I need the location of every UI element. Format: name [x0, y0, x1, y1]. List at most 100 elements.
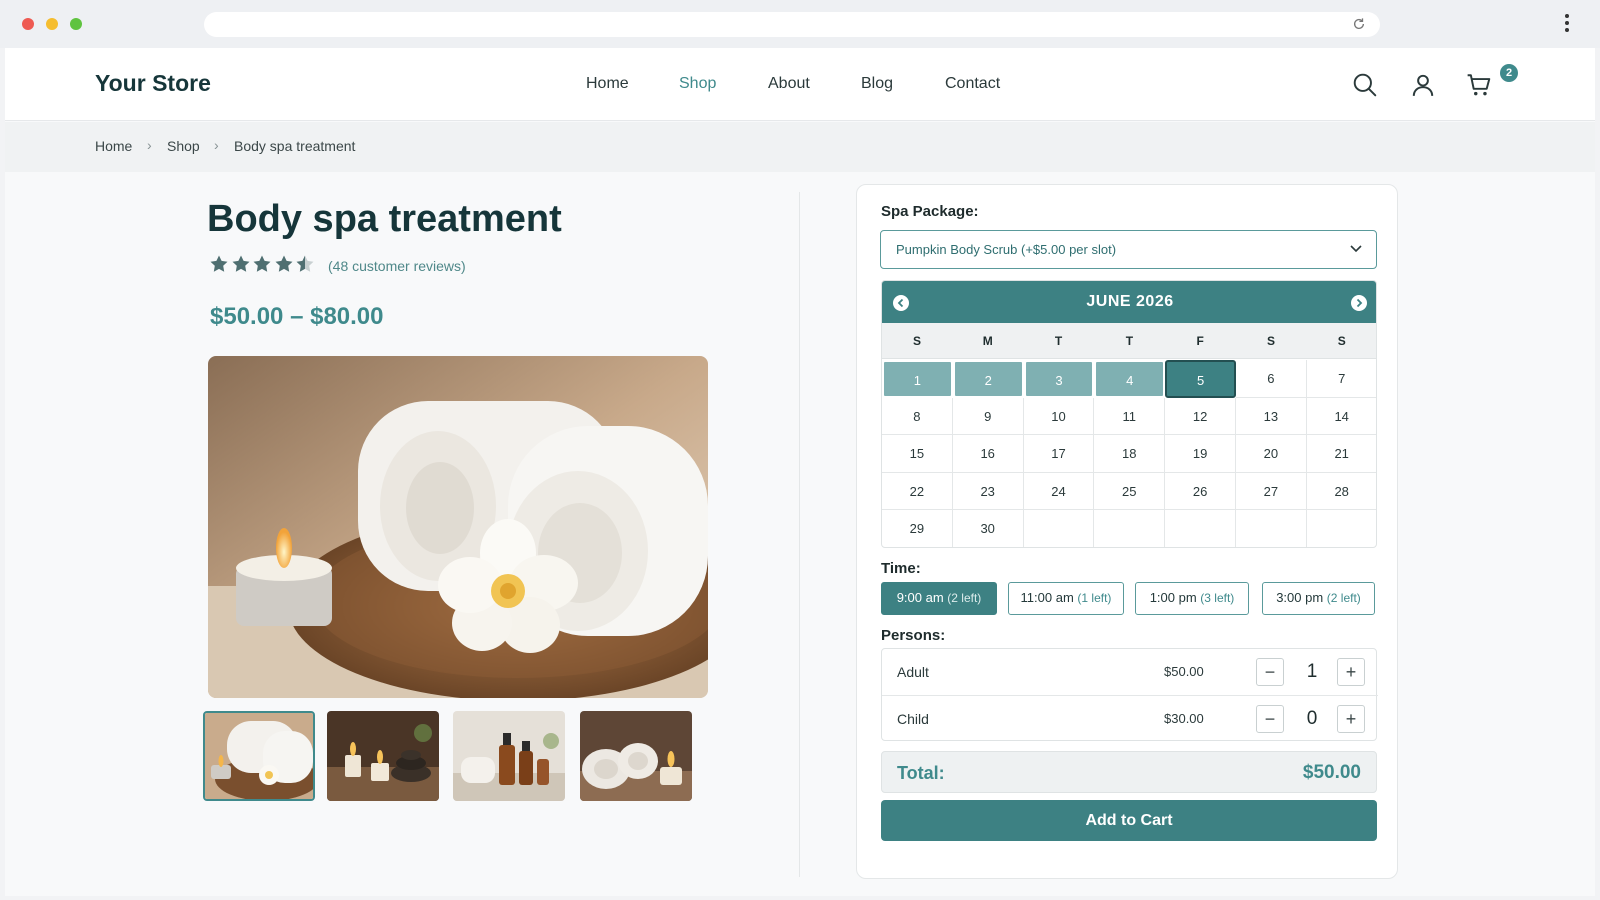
page: Your Store Home Shop About Blog Contact …: [5, 48, 1595, 896]
next-month-button[interactable]: [1351, 295, 1367, 311]
star-icon: [296, 255, 314, 272]
total-label: Total:: [897, 763, 945, 783]
calendar-day[interactable]: 17: [1023, 435, 1095, 473]
thumbnail-oil-bottles[interactable]: [453, 711, 565, 801]
reload-icon[interactable]: [1352, 17, 1366, 31]
calendar-day[interactable]: 11: [1094, 397, 1166, 435]
breadcrumb-home[interactable]: Home: [95, 138, 132, 154]
calendar-day[interactable]: 2: [952, 360, 1024, 398]
weekday-label: F: [1196, 334, 1204, 348]
thumbnail-towels-candle[interactable]: [580, 711, 692, 801]
chevron-down-icon: [1350, 245, 1362, 253]
close-window-dot[interactable]: [22, 18, 34, 30]
calendar-day[interactable]: 23: [952, 472, 1024, 510]
calendar-day[interactable]: 26: [1165, 472, 1236, 510]
weekday-label: M: [982, 334, 993, 348]
increase-child-button[interactable]: +: [1337, 705, 1365, 733]
breadcrumb-shop[interactable]: Shop: [167, 138, 200, 154]
user-icon[interactable]: [1410, 72, 1436, 98]
calendar-day[interactable]: 14: [1306, 398, 1376, 435]
time-slot-button[interactable]: 9:00 am (2 left): [881, 582, 997, 615]
nav-contact[interactable]: Contact: [945, 75, 1000, 93]
calendar-day[interactable]: 24: [1023, 472, 1095, 510]
reviews-link[interactable]: (48 customer reviews): [328, 258, 466, 274]
weekday-label: S: [912, 334, 921, 348]
decrease-child-button[interactable]: −: [1256, 705, 1284, 733]
calendar-day[interactable]: 7: [1306, 360, 1376, 398]
add-to-cart-button[interactable]: Add to Cart: [881, 800, 1377, 841]
calendar-day[interactable]: 15: [882, 435, 953, 473]
total-value: $50.00: [1302, 762, 1361, 783]
calendar-day[interactable]: 1: [882, 360, 953, 398]
adult-quantity[interactable]: 1: [1292, 658, 1332, 686]
slot-time: 11:00 am: [1020, 590, 1074, 605]
nav-home[interactable]: Home: [586, 75, 629, 93]
persons-table: Adult $50.00 − 1 + Child $30.00 − 0 +: [881, 648, 1378, 741]
time-slot-button[interactable]: 1:00 pm (3 left): [1135, 582, 1249, 615]
column-divider: [799, 192, 800, 877]
calendar-day[interactable]: 9: [952, 397, 1024, 435]
calendar-empty-cell: [1023, 510, 1095, 547]
calendar-day[interactable]: 21: [1306, 435, 1376, 473]
child-quantity[interactable]: 0: [1292, 705, 1332, 733]
price-range: $50.00 – $80.00: [210, 303, 384, 330]
calendar-day[interactable]: 19: [1165, 435, 1236, 473]
thumbnail-towels[interactable]: [203, 711, 315, 801]
calendar-day[interactable]: 30: [952, 510, 1024, 547]
calendar-day[interactable]: 20: [1236, 435, 1307, 473]
person-type: Adult: [897, 664, 929, 680]
slot-time: 1:00 pm: [1149, 590, 1197, 605]
search-icon[interactable]: [1352, 72, 1378, 98]
calendar-day[interactable]: 16: [952, 435, 1024, 473]
slot-availability: (1 left): [1077, 591, 1112, 605]
nav-blog[interactable]: Blog: [861, 75, 893, 93]
person-price: $30.00: [1164, 711, 1204, 726]
calendar-day[interactable]: 12: [1165, 397, 1236, 435]
spa-package-select[interactable]: Pumpkin Body Scrub (+$5.00 per slot): [880, 230, 1377, 269]
calendar-day[interactable]: 4: [1094, 360, 1166, 398]
time-slot-button[interactable]: 11:00 am (1 left): [1008, 582, 1124, 615]
nav-shop[interactable]: Shop: [679, 75, 716, 93]
weekday-row: SMTTFSS: [882, 323, 1376, 359]
address-bar[interactable]: [204, 12, 1380, 37]
calendar-day[interactable]: 6: [1236, 360, 1307, 398]
maximize-window-dot[interactable]: [70, 18, 82, 30]
person-price: $50.00: [1164, 664, 1204, 679]
spa-package-value: Pumpkin Body Scrub (+$5.00 per slot): [896, 242, 1117, 257]
calendar-day[interactable]: 28: [1306, 473, 1376, 510]
product-title: Body spa treatment: [207, 198, 562, 240]
slot-availability: (2 left): [1326, 591, 1361, 605]
star-icon: [275, 255, 292, 272]
time-slot-button[interactable]: 3:00 pm (2 left): [1262, 582, 1375, 615]
person-row-child: Child $30.00 − 0 +: [882, 695, 1378, 741]
star-icon: [232, 255, 249, 272]
calendar-day[interactable]: 8: [882, 397, 953, 435]
breadcrumb-separator: ›: [214, 137, 219, 153]
calendar-day[interactable]: 25: [1094, 472, 1166, 510]
store-logo[interactable]: Your Store: [95, 70, 211, 97]
nav-about[interactable]: About: [768, 75, 810, 93]
calendar-day[interactable]: 10: [1023, 397, 1095, 435]
minimize-window-dot[interactable]: [46, 18, 58, 30]
site-header: Your Store Home Shop About Blog Contact …: [5, 48, 1595, 121]
calendar-day[interactable]: 22: [882, 472, 953, 510]
browser-menu-icon[interactable]: [1564, 14, 1570, 36]
total-box: Total: $50.00: [881, 751, 1377, 793]
calendar-day[interactable]: 5: [1165, 360, 1236, 398]
calendar-day[interactable]: 27: [1236, 472, 1307, 510]
calendar-day[interactable]: 3: [1023, 360, 1095, 398]
weekday-label: S: [1337, 334, 1346, 348]
decrease-adult-button[interactable]: −: [1256, 658, 1284, 686]
calendar-day[interactable]: 13: [1236, 397, 1307, 435]
booking-calendar: JUNE 2026 SMTTFSS 1 2 3 4 5 6 7 8 9 10 11 12 13 14 15 1…: [881, 280, 1377, 548]
person-row-adult: Adult $50.00 − 1 +: [882, 649, 1378, 695]
slot-availability: (3 left): [1200, 591, 1235, 605]
weekday-label: T: [1125, 334, 1134, 348]
calendar-day[interactable]: 29: [882, 510, 953, 547]
chevron-right-icon: [1356, 298, 1363, 308]
increase-adult-button[interactable]: +: [1337, 658, 1365, 686]
time-label: Time:: [881, 560, 921, 577]
cart-icon[interactable]: [1466, 72, 1492, 98]
thumbnail-candles-stones[interactable]: [327, 711, 439, 801]
calendar-day[interactable]: 18: [1094, 435, 1166, 473]
